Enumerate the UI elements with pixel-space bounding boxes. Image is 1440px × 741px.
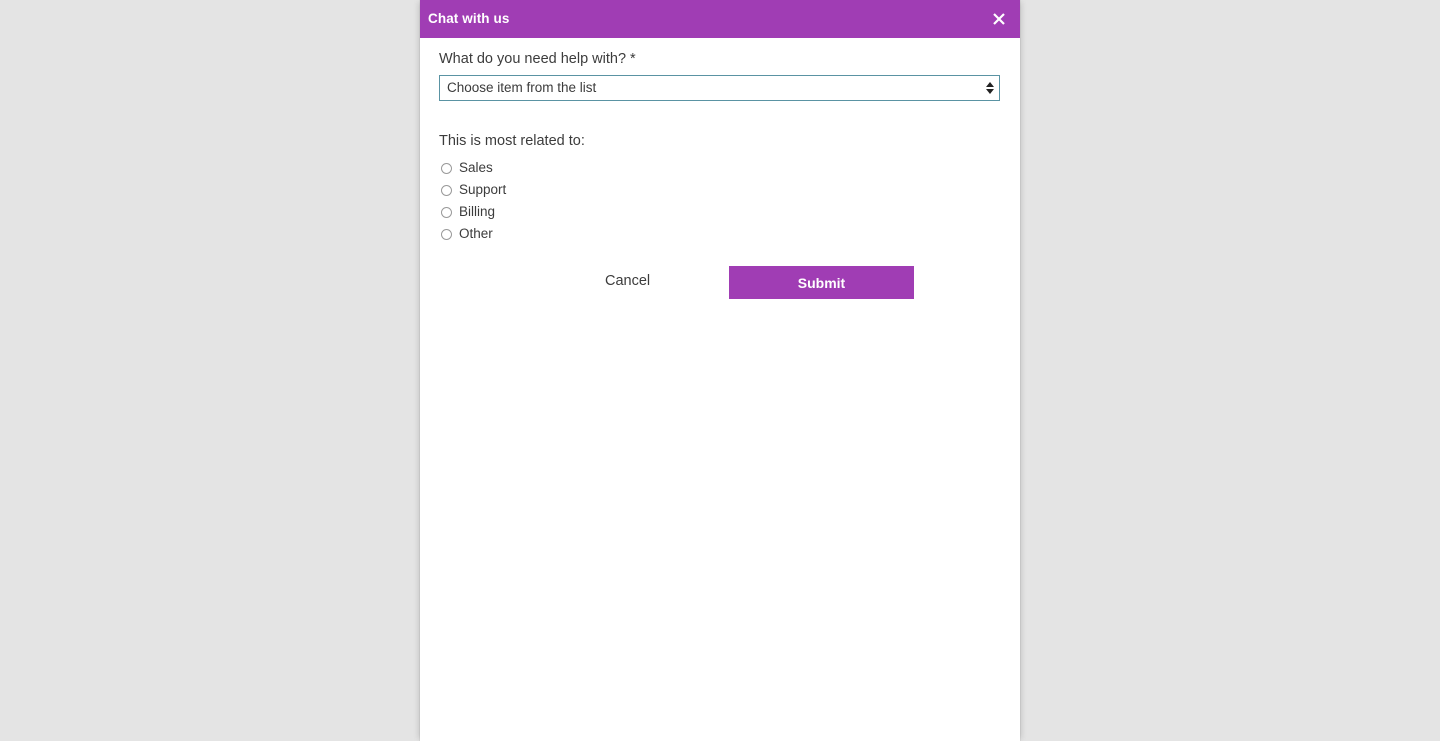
dialog-header: Chat with us [420,0,1020,38]
dialog-body: What do you need help with? * Choose ite… [420,50,1020,306]
help-select-wrapper: Choose item from the list [439,75,1000,101]
radio-label-billing: Billing [459,204,496,219]
help-field-label-text: What do you need help with? [439,51,627,67]
radio-option-billing[interactable]: Billing [439,201,1001,223]
close-icon [992,12,1006,26]
chat-dialog: Chat with us What do you need help with?… [420,0,1020,741]
submit-button[interactable]: Submit [729,266,914,299]
radio-option-sales[interactable]: Sales [439,157,1001,179]
radio-label-support: Support [459,182,507,197]
radio-icon-other[interactable] [441,228,452,240]
radio-option-support[interactable]: Support [439,179,1001,201]
help-select[interactable]: Choose item from the list [439,75,1000,101]
radio-label-sales: Sales [459,160,493,175]
help-field-label: What do you need help with? * [439,50,1001,68]
dialog-title: Chat with us [428,11,510,27]
radio-label-other: Other [459,226,493,241]
required-marker: * [630,51,636,67]
radio-icon-sales[interactable] [441,162,452,174]
radio-icon-billing[interactable] [441,206,452,218]
related-group-label: This is most related to: [439,133,585,149]
dialog-actions: Cancel Submit [439,266,1001,306]
close-button[interactable] [988,8,1010,30]
radio-icon-support[interactable] [441,184,452,196]
radio-option-other[interactable]: Other [439,223,1001,245]
cancel-button[interactable]: Cancel [605,272,650,290]
